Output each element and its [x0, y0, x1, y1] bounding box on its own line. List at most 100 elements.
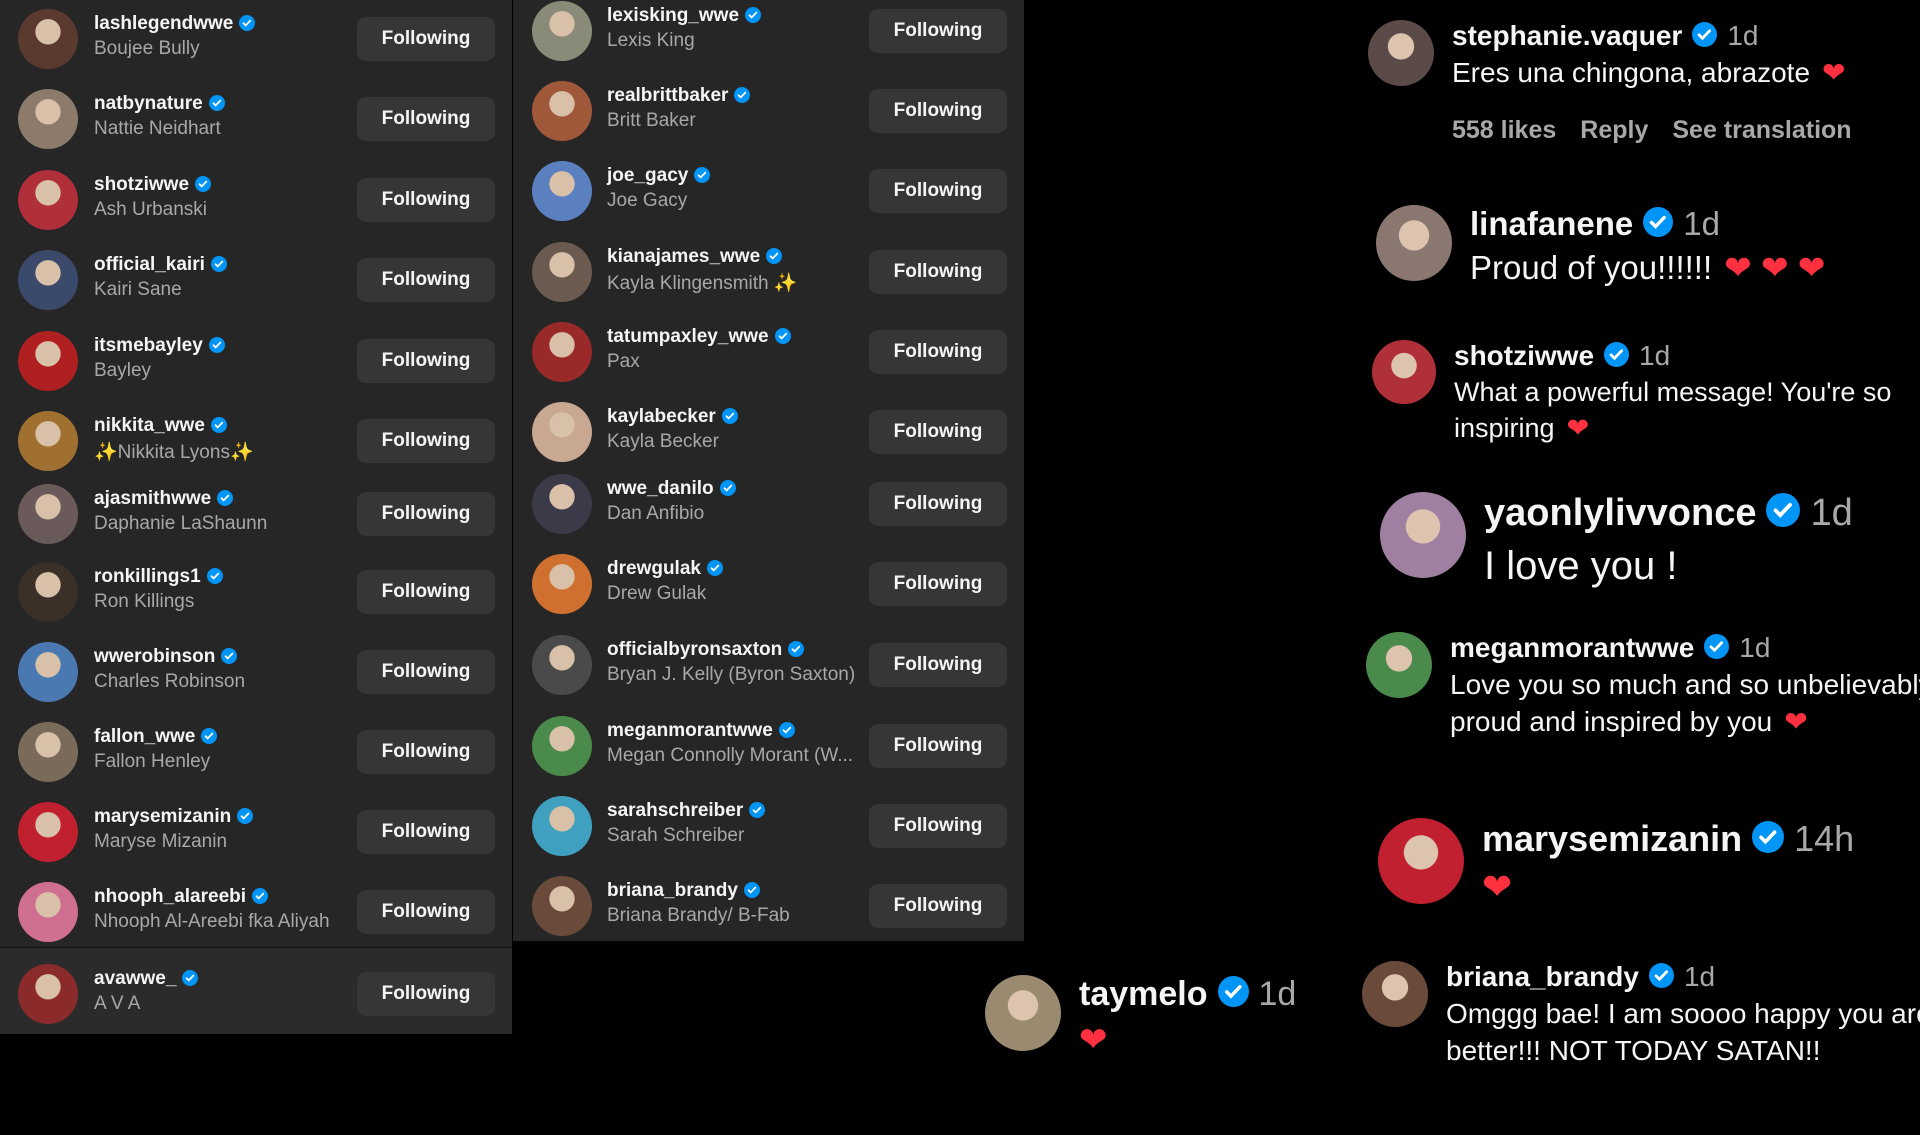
avatar[interactable]: [18, 802, 78, 862]
avatar[interactable]: [18, 642, 78, 702]
following-button[interactable]: Following: [869, 482, 1007, 526]
avatar[interactable]: [18, 484, 78, 544]
avatar[interactable]: [532, 161, 592, 221]
comment-avatar[interactable]: [1362, 961, 1428, 1027]
avatar[interactable]: [532, 635, 592, 695]
username-text[interactable]: taymelo: [1079, 975, 1208, 1013]
following-button[interactable]: Following: [357, 730, 495, 774]
username[interactable]: natbynature: [94, 93, 225, 115]
comment-avatar[interactable]: [985, 975, 1061, 1051]
following-button[interactable]: Following: [869, 9, 1007, 53]
following-button[interactable]: Following: [357, 339, 495, 383]
following-button[interactable]: Following: [869, 250, 1007, 294]
avatar[interactable]: [532, 876, 592, 936]
comment-avatar[interactable]: [1380, 492, 1466, 578]
username[interactable]: sarahschreiber: [607, 800, 766, 822]
username[interactable]: avawwe_: [94, 968, 199, 990]
comment-avatar[interactable]: [1378, 818, 1464, 904]
username[interactable]: wwerobinson: [94, 646, 238, 668]
following-button[interactable]: Following: [357, 890, 495, 934]
username[interactable]: kaylabecker: [607, 406, 738, 428]
username-text[interactable]: realbrittbaker: [607, 85, 728, 106]
username-text[interactable]: ronkillings1: [94, 566, 201, 587]
avatar[interactable]: [532, 81, 592, 141]
avatar[interactable]: [532, 796, 592, 856]
comment-username[interactable]: linafanene 1d: [1470, 205, 1720, 243]
username-text[interactable]: tatumpaxley_wwe: [607, 326, 769, 347]
avatar[interactable]: [532, 474, 592, 534]
following-button[interactable]: Following: [357, 97, 495, 141]
username-text[interactable]: officialbyronsaxton: [607, 639, 782, 660]
username-text[interactable]: shotziwwe: [94, 174, 189, 195]
username[interactable]: wwe_danilo: [607, 478, 736, 500]
username-text[interactable]: kaylabecker: [607, 406, 716, 427]
username-text[interactable]: yaonlylivvonce: [1484, 492, 1756, 534]
username-text[interactable]: briana_brandy: [607, 880, 738, 901]
following-button[interactable]: Following: [869, 89, 1007, 133]
comment-likes-link[interactable]: 558 likes: [1452, 116, 1556, 144]
avatar[interactable]: [532, 716, 592, 776]
username-text[interactable]: shotziwwe: [1454, 340, 1594, 371]
avatar[interactable]: [532, 554, 592, 614]
following-button[interactable]: Following: [869, 643, 1007, 687]
following-button[interactable]: Following: [869, 562, 1007, 606]
username[interactable]: officialbyronsaxton: [607, 639, 805, 661]
username[interactable]: kianajames_wwe: [607, 246, 783, 268]
username-text[interactable]: meganmorantwwe: [1450, 632, 1694, 663]
following-button[interactable]: Following: [869, 169, 1007, 213]
avatar[interactable]: [18, 331, 78, 391]
username[interactable]: nhooph_alareebi: [94, 886, 269, 908]
comment-avatar[interactable]: [1376, 205, 1452, 281]
following-button[interactable]: Following: [357, 258, 495, 302]
following-button[interactable]: Following: [869, 804, 1007, 848]
username-text[interactable]: lashlegendwwe: [94, 13, 233, 34]
username-text[interactable]: marysemizanin: [1482, 818, 1742, 859]
comment-avatar[interactable]: [1368, 20, 1434, 86]
avatar[interactable]: [18, 250, 78, 310]
username[interactable]: lexisking_wwe: [607, 5, 762, 27]
username-text[interactable]: stephanie.vaquer: [1452, 20, 1682, 51]
username-text[interactable]: sarahschreiber: [607, 800, 743, 821]
following-button[interactable]: Following: [357, 419, 495, 463]
avatar[interactable]: [18, 964, 78, 1024]
username-text[interactable]: drewgulak: [607, 558, 701, 579]
username-text[interactable]: lexisking_wwe: [607, 5, 739, 26]
following-button[interactable]: Following: [869, 410, 1007, 454]
username[interactable]: official_kairi: [94, 254, 227, 276]
username-text[interactable]: kianajames_wwe: [607, 246, 760, 267]
avatar[interactable]: [18, 89, 78, 149]
username[interactable]: lashlegendwwe: [94, 13, 256, 35]
avatar[interactable]: [18, 9, 78, 69]
username-text[interactable]: itsmebayley: [94, 335, 203, 356]
following-button[interactable]: Following: [357, 17, 495, 61]
username-text[interactable]: wwerobinson: [94, 646, 215, 667]
username-text[interactable]: ajasmithwwe: [94, 488, 211, 509]
username-text[interactable]: linafanene: [1470, 205, 1633, 242]
username[interactable]: itsmebayley: [94, 335, 225, 357]
following-button[interactable]: Following: [357, 972, 495, 1016]
username-text[interactable]: avawwe_: [94, 968, 176, 989]
avatar[interactable]: [18, 411, 78, 471]
avatar[interactable]: [18, 170, 78, 230]
username-text[interactable]: joe_gacy: [607, 165, 688, 186]
username-text[interactable]: official_kairi: [94, 254, 205, 275]
avatar[interactable]: [532, 1, 592, 61]
avatar[interactable]: [532, 322, 592, 382]
avatar[interactable]: [18, 722, 78, 782]
following-button[interactable]: Following: [357, 570, 495, 614]
avatar[interactable]: [18, 562, 78, 622]
username[interactable]: shotziwwe: [94, 174, 212, 196]
username-text[interactable]: fallon_wwe: [94, 726, 195, 747]
avatar[interactable]: [532, 402, 592, 462]
username[interactable]: meganmorantwwe: [607, 720, 795, 742]
username-text[interactable]: wwe_danilo: [607, 478, 714, 499]
comment-username[interactable]: stephanie.vaquer 1d: [1452, 20, 1758, 52]
username-text[interactable]: natbynature: [94, 93, 203, 114]
username-text[interactable]: briana_brandy: [1446, 961, 1639, 992]
comment-reply-link[interactable]: Reply: [1580, 116, 1648, 144]
username[interactable]: fallon_wwe: [94, 726, 218, 748]
comment-username[interactable]: taymelo 1d: [1079, 975, 1296, 1014]
username-text[interactable]: nhooph_alareebi: [94, 886, 246, 907]
comment-avatar[interactable]: [1366, 632, 1432, 698]
username[interactable]: ajasmithwwe: [94, 488, 234, 510]
